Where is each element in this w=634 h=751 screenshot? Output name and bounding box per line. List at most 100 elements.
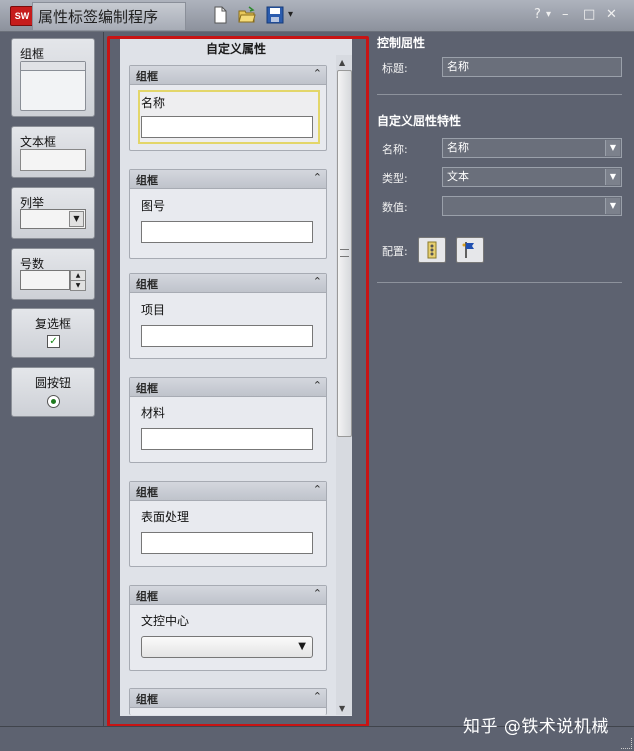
palette-radio-button[interactable]: 圆按钮 — [11, 367, 95, 417]
custom-properties-heading: 自定义屈性特性 — [377, 114, 462, 128]
chevron-down-icon: ▼ — [298, 641, 306, 652]
open-folder-icon[interactable] — [238, 6, 256, 24]
maximize-icon[interactable]: □ — [583, 6, 595, 24]
grip-icon — [340, 249, 349, 257]
field-label: 名称 — [141, 96, 166, 110]
group-header-label: 组框 — [136, 174, 158, 187]
doc-control-dropdown[interactable]: ▼ — [141, 636, 313, 658]
new-file-icon[interactable] — [211, 6, 229, 24]
value-label: 数值: — [382, 201, 408, 214]
properties-panel — [370, 32, 634, 726]
palette-item-label: 组框 — [20, 47, 45, 61]
divider — [377, 94, 622, 95]
scroll-thumb[interactable] — [337, 70, 352, 437]
caption-input[interactable]: 名称 — [442, 57, 622, 77]
flag-icon — [462, 242, 474, 258]
collapse-icon[interactable]: ⌃ — [313, 275, 322, 288]
help-icon[interactable]: ? — [534, 6, 541, 24]
app-logo-icon: SW — [10, 6, 34, 26]
app-title: 属性标签编制程序 — [38, 8, 159, 26]
checkbox-checked-icon: ✓ — [47, 335, 60, 348]
caption-value: 名称 — [447, 60, 469, 73]
group-box-drawing-no[interactable]: 组框 ⌃ 图号 — [129, 169, 327, 259]
collapse-icon[interactable]: ⌃ — [313, 171, 322, 184]
radio-selected-icon — [47, 395, 60, 408]
scroll-down-icon[interactable]: ▼ — [339, 704, 345, 713]
control-properties-heading: 控制屈性 — [377, 36, 426, 50]
palette-item-label: 复选框 — [34, 317, 71, 331]
surface-treatment-input[interactable] — [141, 532, 313, 554]
field-label: 项目 — [141, 303, 166, 317]
chevron-down-icon: ▼ — [605, 140, 620, 156]
number-field-preview — [20, 270, 70, 290]
group-header-label: 组框 — [136, 693, 158, 706]
group-header-label: 组框 — [136, 70, 158, 83]
group-box-name[interactable]: 组框 ⌃ 名称 — [129, 65, 327, 151]
caption-label: 标题: — [382, 62, 408, 75]
group-header[interactable]: 组框 ⌃ — [130, 689, 326, 708]
material-input[interactable] — [141, 428, 313, 450]
palette-item-label: 圆按钮 — [34, 376, 71, 390]
collapse-icon[interactable]: ⌃ — [313, 483, 322, 496]
palette-group-box-button[interactable]: 组框 — [11, 38, 95, 117]
field-label: 图号 — [141, 199, 166, 213]
minimize-icon[interactable]: – — [562, 6, 569, 24]
palette-number-button[interactable]: 号数 ▲ ▼ — [11, 248, 95, 300]
title-bar: SW 属性标签编制程序 ▾ ? ▾ – □ ✕ — [0, 0, 634, 32]
type-select[interactable]: 文本 ▼ — [442, 167, 622, 187]
dropdown-preview: ▼ — [20, 209, 86, 229]
name-select[interactable]: 名称 ▼ — [442, 138, 622, 158]
config-list-icon — [427, 241, 437, 259]
type-select-value: 文本 — [447, 170, 469, 183]
group-box-surface-treatment[interactable]: 组框 ⌃ 表面处理 — [129, 481, 327, 567]
group-header[interactable]: 组框 ⌃ — [130, 586, 326, 605]
field-label: 文控中心 — [141, 614, 190, 628]
config-list-button[interactable] — [418, 237, 446, 263]
group-header-label: 组框 — [136, 382, 158, 395]
drawing-no-input[interactable] — [141, 221, 313, 243]
close-icon[interactable]: ✕ — [606, 6, 617, 24]
group-header-label: 组框 — [136, 590, 158, 603]
value-select[interactable]: ▼ — [442, 196, 622, 216]
group-header[interactable]: 组框 ⌃ — [130, 274, 326, 293]
field-label: 表面处理 — [141, 510, 190, 524]
config-label: 配置: — [382, 245, 408, 258]
group-box-material[interactable]: 组框 ⌃ 材料 — [129, 377, 327, 463]
spin-down-icon: ▼ — [70, 280, 86, 291]
chevron-down-icon: ▼ — [605, 169, 620, 185]
type-label: 类型: — [382, 172, 408, 185]
group-header-label: 组框 — [136, 486, 158, 499]
group-box-partial[interactable]: 组框 ⌃ — [129, 688, 327, 715]
group-header[interactable]: 组框 ⌃ — [130, 170, 326, 189]
divider — [377, 282, 622, 283]
name-input[interactable] — [141, 116, 313, 138]
save-icon[interactable] — [266, 6, 284, 24]
palette-list-button[interactable]: 列举 ▼ — [11, 187, 95, 239]
collapse-icon[interactable]: ⌃ — [313, 67, 322, 80]
palette-checkbox-button[interactable]: 复选框 ✓ — [11, 308, 95, 358]
textbox-preview — [20, 149, 86, 171]
chevron-down-icon: ▼ — [69, 211, 84, 227]
chevron-down-icon: ▼ — [605, 198, 620, 214]
group-box-preview — [20, 61, 86, 111]
save-dropdown-icon[interactable]: ▾ — [288, 6, 293, 24]
collapse-icon[interactable]: ⌃ — [313, 379, 322, 392]
palette-textbox-button[interactable]: 文本框 — [11, 126, 95, 178]
help-dropdown-icon[interactable]: ▾ — [546, 6, 551, 24]
config-flag-button[interactable] — [456, 237, 484, 263]
group-box-doc-control[interactable]: 组框 ⌃ 文控中心 ▼ — [129, 585, 327, 671]
project-input[interactable] — [141, 325, 313, 347]
watermark: 知乎 @铁术说机械 — [463, 717, 609, 737]
group-header[interactable]: 组框 ⌃ — [130, 482, 326, 501]
collapse-icon[interactable]: ⌃ — [313, 690, 322, 703]
resize-grip-icon[interactable] — [621, 738, 632, 749]
group-header-label: 组框 — [136, 278, 158, 291]
scroll-up-icon[interactable]: ▲ — [339, 58, 345, 67]
group-header[interactable]: 组框 ⌃ — [130, 66, 326, 85]
collapse-icon[interactable]: ⌃ — [313, 587, 322, 600]
palette-item-label: 文本框 — [20, 135, 57, 149]
name-label: 名称: — [382, 143, 408, 156]
group-box-project[interactable]: 组框 ⌃ 项目 — [129, 273, 327, 359]
group-header[interactable]: 组框 ⌃ — [130, 378, 326, 397]
name-select-value: 名称 — [447, 141, 469, 154]
